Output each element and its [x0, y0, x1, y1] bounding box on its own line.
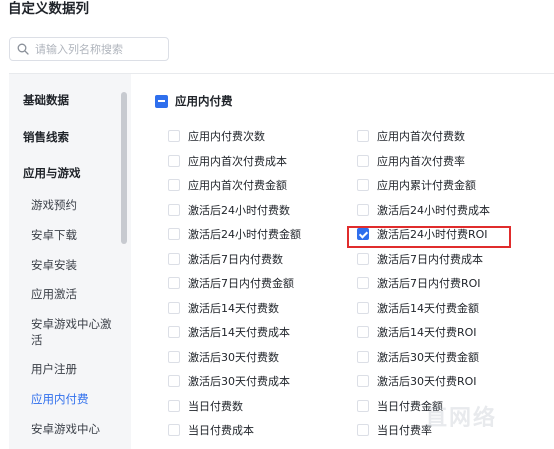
column-option[interactable]: 应用内首次付费成本	[168, 153, 287, 169]
column-option[interactable]: 激活后7日内付费成本	[357, 251, 483, 267]
column-option[interactable]: 激活后24小时付费金额	[168, 226, 301, 242]
sidebar-item-basic-data[interactable]: 基础数据	[23, 92, 119, 108]
column-option-label: 应用内首次付费数	[377, 130, 465, 143]
checkbox[interactable]	[168, 375, 180, 387]
column-option-label: 激活后30天付费成本	[188, 375, 290, 388]
column-option-label: 应用内首次付费金额	[188, 179, 287, 192]
column-option[interactable]: 应用内首次付费数	[357, 128, 465, 144]
checkbox[interactable]	[357, 252, 369, 265]
column-option[interactable]: 激活后30天付费成本	[168, 373, 290, 389]
column-option[interactable]: 激活后14天付费ROI	[357, 324, 477, 340]
checkbox[interactable]	[357, 350, 369, 363]
checkbox[interactable]	[357, 424, 369, 436]
checkbox[interactable]	[168, 130, 180, 142]
checkbox[interactable]	[357, 375, 369, 387]
column-option-label: 应用内付费次数	[188, 130, 265, 143]
checkbox[interactable]	[168, 277, 180, 289]
column-option-label: 应用内首次付费率	[377, 154, 465, 168]
sidebar-item-android-game-center-activation[interactable]: 安卓游戏中心激活	[31, 316, 113, 348]
highlight-box	[347, 226, 511, 248]
checkbox[interactable]	[168, 350, 180, 363]
column-option-label: 激活后7日内付费金额	[188, 277, 294, 290]
checkbox[interactable]	[168, 203, 180, 216]
column-option-label: 应用内首次付费成本	[188, 154, 287, 168]
column-option-label: 应用内累计付费金额	[377, 179, 476, 192]
column-option[interactable]: 激活后14天付费金额	[357, 300, 479, 316]
checkbox[interactable]	[168, 228, 180, 240]
checkbox[interactable]	[357, 301, 369, 314]
column-option-label: 当日付费率	[377, 424, 432, 437]
page-title: 自定义数据列	[8, 1, 89, 17]
checkbox[interactable]	[168, 252, 180, 265]
group-header[interactable]: 应用内付费	[155, 93, 233, 109]
search-icon	[17, 43, 29, 55]
column-option[interactable]: 激活后7日内付费金额	[168, 275, 294, 291]
checkbox[interactable]	[168, 326, 180, 338]
column-option-label: 激活后14天付费成本	[188, 326, 290, 339]
checkbox[interactable]	[357, 277, 369, 289]
column-option-label: 激活后14天付费金额	[377, 301, 479, 315]
search-box[interactable]	[9, 37, 169, 61]
checkbox[interactable]	[357, 399, 369, 412]
checkbox[interactable]	[168, 154, 180, 167]
watermark: 直网络	[425, 406, 498, 431]
column-option-label: 激活后30天付费数	[188, 350, 279, 364]
column-option-label: 当日付费数	[188, 399, 243, 413]
column-option-label: 激活后7日内付费ROI	[377, 277, 481, 290]
column-option[interactable]: 激活后24小时付费成本	[357, 202, 490, 218]
sidebar-item-app-activation[interactable]: 应用激活	[31, 286, 127, 302]
column-option[interactable]: 激活后7日内付费ROI	[357, 275, 481, 291]
checkbox[interactable]	[357, 179, 369, 191]
sidebar-item-android-install[interactable]: 安卓安装	[31, 257, 127, 273]
column-option-label: 激活后14天付费数	[188, 301, 279, 315]
checkbox[interactable]	[357, 154, 369, 167]
column-option-label: 激活后7日内付费数	[188, 252, 283, 266]
column-option-label: 激活后30天付费金额	[377, 350, 479, 364]
column-option[interactable]: 当日付费率	[357, 422, 432, 438]
column-option-label: 激活后7日内付费成本	[377, 252, 483, 266]
column-option[interactable]: 当日付费成本	[168, 422, 254, 438]
checkbox[interactable]	[357, 326, 369, 338]
column-option-label: 激活后24小时付费数	[188, 203, 290, 217]
sidebar-item-android-download[interactable]: 安卓下载	[31, 227, 127, 243]
checkbox[interactable]	[357, 130, 369, 142]
column-option[interactable]: 激活后30天付费数	[168, 349, 279, 365]
checkbox[interactable]	[357, 203, 369, 216]
group-title: 应用内付费	[175, 94, 233, 108]
search-input[interactable]	[35, 42, 155, 56]
category-sidebar: 基础数据 销售线索 应用与游戏 游戏预约 安卓下载 安卓安装 应用激活 安卓游戏…	[9, 74, 131, 449]
sidebar-item-in-app-payment[interactable]: 应用内付费	[31, 391, 127, 407]
options-area: 应用内付费 应用内付费次数 应用内首次付费成本 应用内首次付费金额 激活后24小时付费…	[131, 74, 554, 449]
column-option[interactable]: 激活后30天付费ROI	[357, 373, 477, 389]
sidebar-item-apps-games[interactable]: 应用与游戏	[23, 165, 119, 181]
column-option-label: 当日付费成本	[188, 424, 254, 437]
column-option[interactable]: 当日付费数	[168, 398, 243, 414]
column-option[interactable]: 激活后30天付费金额	[357, 349, 479, 365]
column-option[interactable]: 应用内首次付费率	[357, 153, 465, 169]
sidebar-item-user-registration[interactable]: 用户注册	[31, 361, 127, 377]
checkbox[interactable]	[168, 179, 180, 191]
column-option[interactable]: 应用内累计付费金额	[357, 177, 476, 193]
sidebar-scrollbar[interactable]	[121, 92, 127, 244]
column-option[interactable]: 应用内首次付费金额	[168, 177, 287, 193]
column-option[interactable]: 激活后7日内付费数	[168, 251, 283, 267]
column-picker-panel: 基础数据 销售线索 应用与游戏 游戏预约 安卓下载 安卓安装 应用激活 安卓游戏…	[9, 73, 554, 449]
checkbox[interactable]	[168, 301, 180, 314]
column-option[interactable]: 应用内付费次数	[168, 128, 265, 144]
column-option-label: 激活后24小时付费成本	[377, 203, 490, 217]
sidebar-item-game-reservation[interactable]: 游戏预约	[31, 197, 127, 213]
column-option[interactable]: 激活后14天付费数	[168, 300, 279, 316]
checkbox[interactable]	[168, 399, 180, 412]
checkbox[interactable]	[168, 424, 180, 436]
column-option-label: 激活后24小时付费金额	[188, 228, 301, 241]
column-option-label: 激活后30天付费ROI	[377, 375, 477, 388]
column-option-label: 激活后14天付费ROI	[377, 326, 477, 339]
column-option[interactable]: 激活后24小时付费数	[168, 202, 290, 218]
sidebar-item-android-game-center[interactable]: 安卓游戏中心	[31, 421, 127, 437]
sidebar-item-sales-leads[interactable]: 销售线索	[23, 129, 119, 145]
column-option[interactable]: 激活后14天付费成本	[168, 324, 290, 340]
group-checkbox-indeterminate[interactable]	[155, 94, 168, 108]
